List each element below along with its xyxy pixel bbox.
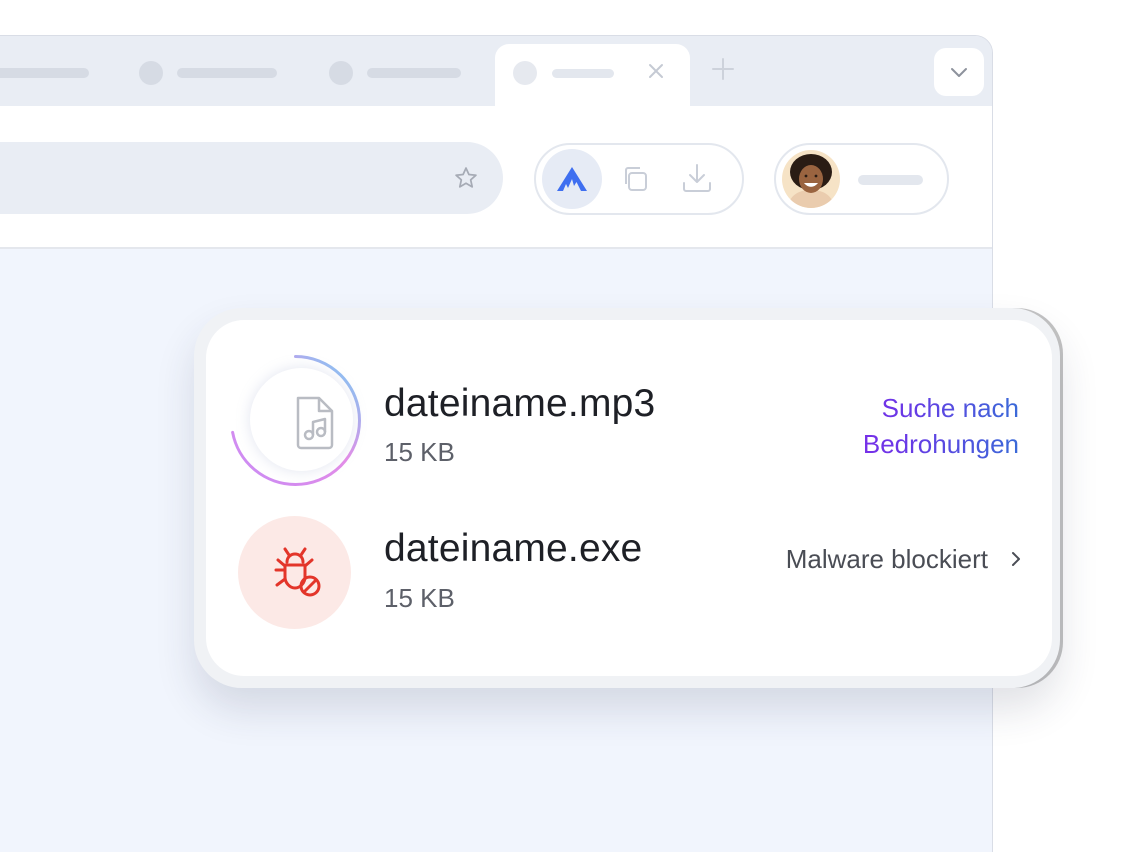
copy-icon[interactable] <box>620 164 650 194</box>
star-icon[interactable] <box>452 164 480 192</box>
file-name: dateiname.mp3 <box>384 382 656 425</box>
download-item-exe[interactable]: dateiname.exe 15 KB Malware blockiert <box>206 507 1052 637</box>
blocked-icon-disc <box>238 516 351 629</box>
chevron-right-icon <box>1012 552 1020 566</box>
nordvpn-extension-button[interactable] <box>542 149 602 209</box>
scan-status-label: Suche nach Bedrohungen <box>759 390 1019 462</box>
tab-favicon-placeholder <box>329 61 353 85</box>
profile-button[interactable] <box>774 143 949 215</box>
tab-title-placeholder <box>552 69 614 78</box>
download-panel: dateiname.mp3 15 KB Suche nach Bedrohung… <box>206 320 1052 676</box>
download-item-mp3[interactable]: dateiname.mp3 15 KB Suche nach Bedrohung… <box>206 353 1052 486</box>
music-file-icon <box>296 396 334 450</box>
extensions-group <box>534 143 744 215</box>
plus-icon[interactable] <box>708 54 738 84</box>
malware-blocked-label: Malware blockiert <box>785 543 988 574</box>
file-icon-container <box>228 353 363 488</box>
address-bar[interactable] <box>0 142 503 214</box>
profile-name-placeholder <box>858 175 923 185</box>
malware-blocked-link[interactable]: Malware blockiert <box>786 541 1024 577</box>
tab-inactive-2[interactable] <box>139 36 299 106</box>
download-icon[interactable] <box>680 161 714 195</box>
tab-favicon-placeholder <box>139 61 163 85</box>
tab-title-placeholder <box>177 68 277 78</box>
tab-inactive-3[interactable] <box>329 36 489 106</box>
tab-strip <box>0 36 992 108</box>
file-name: dateiname.exe <box>384 527 643 570</box>
blocked-bug-icon <box>274 547 320 596</box>
tab-title-placeholder <box>0 68 89 78</box>
close-icon[interactable] <box>642 57 670 85</box>
avatar <box>782 150 840 208</box>
tab-menu-button[interactable] <box>934 48 984 96</box>
nordvpn-icon <box>557 167 587 191</box>
browser-toolbar <box>0 106 992 249</box>
chevron-down-icon <box>951 68 967 77</box>
file-size: 15 KB <box>384 437 455 467</box>
tab-active[interactable] <box>495 44 690 108</box>
tab-favicon-placeholder <box>513 61 537 85</box>
tab-inactive-1[interactable] <box>0 36 91 106</box>
tab-title-placeholder <box>367 68 461 78</box>
file-size: 15 KB <box>384 583 455 613</box>
